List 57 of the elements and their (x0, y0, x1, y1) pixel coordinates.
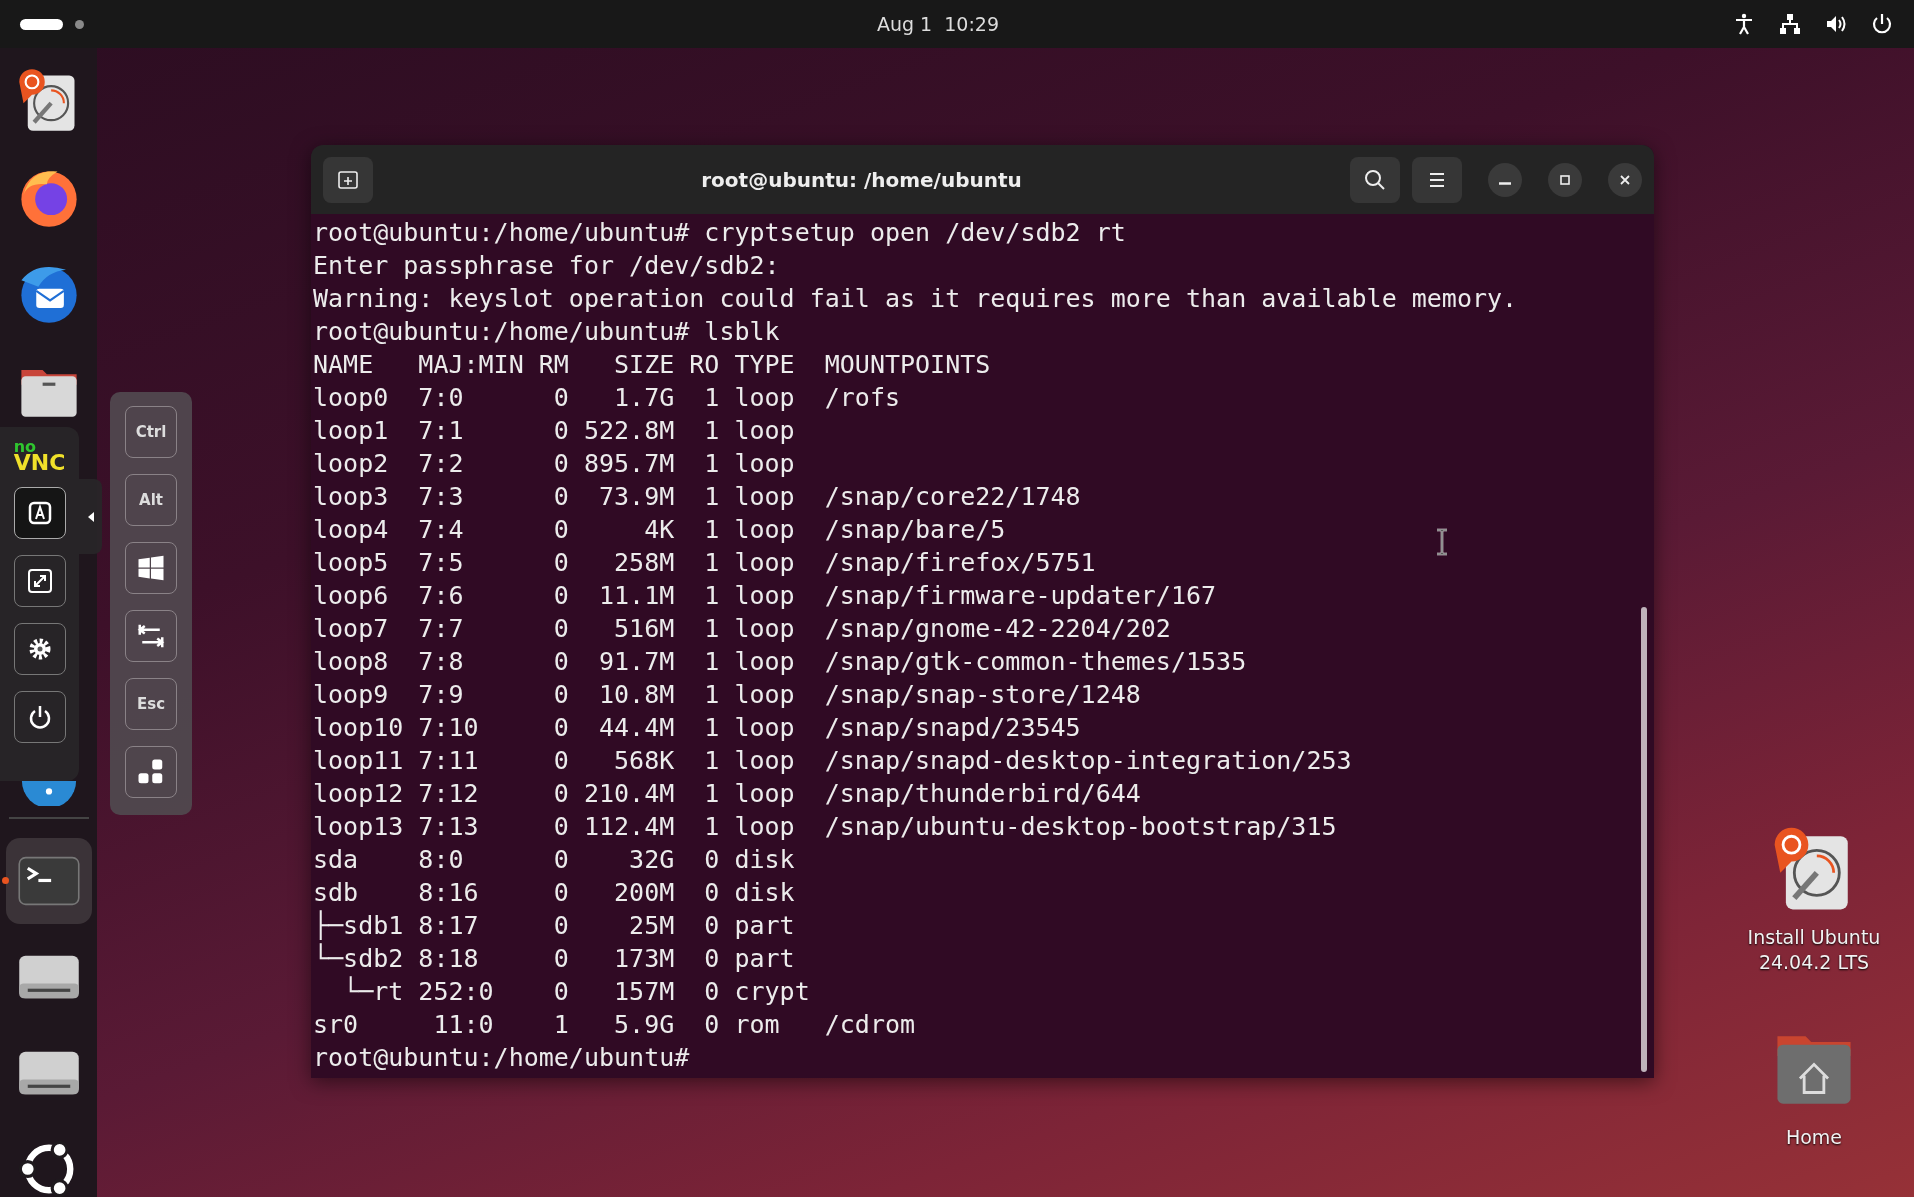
terminal-line: loop11 7:11 0 568K 1 loop /snap/snapd-desktop-integration/253 (313, 745, 1352, 777)
terminal-line: root@ubuntu:/home/ubuntu# (313, 1042, 690, 1074)
menu-button[interactable] (1412, 156, 1462, 203)
key-button[interactable] (125, 542, 177, 594)
network-icon[interactable] (1778, 12, 1802, 36)
new-tab-button[interactable] (323, 156, 373, 203)
minimize-icon (1499, 182, 1511, 185)
terminal-line: └─sdb2 8:18 0 173M 0 part (313, 942, 795, 975)
terminal-line: └─rt 252:0 0 157M 0 crypt (342, 975, 810, 1008)
terminal-line: loop6 7:6 0 11.1M 1 loop /snap/firmware-updater/167 (313, 580, 1217, 612)
terminal-line: loop9 7:9 0 10.8M 1 loop /snap/snap-store/1248 (313, 679, 1141, 711)
terminal-line: loop5 7:5 0 258M 1 loop /snap/firefox/5751 (313, 547, 1096, 579)
windows-icon (136, 553, 166, 583)
power-button[interactable] (13, 691, 66, 744)
terminal-line: loop0 7:0 0 1.7G 1 loop /rofs (313, 382, 900, 414)
terminal-line: loop13 7:13 0 112.4M 1 loop /snap/ubuntu-desktop-bootstrap/315 (313, 811, 1337, 843)
desktop-icon-label[interactable]: Install Ubuntu 24.04.2 LTS (1734, 925, 1894, 975)
terminal-line: loop4 7:4 0 4K 1 loop /snap/bare/5 (313, 514, 1006, 546)
minimize-button[interactable] (1488, 162, 1522, 197)
fullscreen-button[interactable] (13, 555, 66, 608)
terminal-line: loop12 7:12 0 210.4M 1 loop /snap/thunderbird/644 (313, 778, 1141, 810)
terminal-line: sda 8:0 0 32G 0 disk (313, 844, 795, 876)
terminal-line: ├─sdb1 8:17 0 25M 0 part (313, 909, 795, 942)
workspace-indicator[interactable] (20, 18, 63, 30)
panel-handle[interactable] (79, 479, 102, 554)
scrollbar[interactable] (1641, 607, 1647, 1072)
search-icon (1363, 167, 1387, 192)
terminal-line: Enter passphrase for /dev/sdb2: (313, 250, 780, 282)
key-button[interactable] (125, 610, 177, 662)
novnc-logo: no VNC (13, 441, 66, 472)
terminal-line: root@ubuntu:/home/ubuntu# lsblk (313, 316, 780, 348)
key-button[interactable]: Alt (125, 474, 177, 526)
terminal-line: loop1 7:1 0 522.8M 1 loop (313, 415, 795, 447)
search-button[interactable] (1350, 156, 1400, 203)
keyboard-button[interactable] (13, 487, 66, 540)
terminal-line: loop8 7:8 0 91.7M 1 loop /snap/gtk-common-themes/1535 (313, 646, 1247, 678)
terminal-line: sr0 11:0 1 5.9G 0 rom /cdrom (313, 1009, 916, 1041)
maximize-button[interactable] (1548, 162, 1582, 197)
terminal-line: loop3 7:3 0 73.9M 1 loop /snap/core22/1748 (313, 481, 1081, 513)
terminal-line: sdb 8:16 0 200M 0 disk (313, 877, 795, 909)
text-cursor-icon (1435, 528, 1449, 556)
terminal-line: loop10 7:10 0 44.4M 1 loop /snap/snapd/23545 (313, 712, 1081, 744)
window-title: root@ubuntu: /home/ubuntu (700, 167, 1023, 192)
workspace-dot[interactable] (75, 19, 84, 29)
close-button[interactable] (1608, 162, 1642, 197)
power-icon[interactable] (1870, 12, 1894, 36)
terminal-line: loop2 7:2 0 895.7M 1 loop (313, 448, 795, 480)
desktop-icon-label[interactable]: Home (1785, 1125, 1843, 1150)
key-button[interactable]: Esc (125, 678, 177, 730)
key-button[interactable] (125, 746, 177, 798)
clock[interactable]: Aug 1 10:29 (876, 13, 1000, 35)
key-button[interactable]: Ctrl (125, 406, 177, 458)
terminal-line: Warning: keyslot operation could fail as it requires more than available memory. (313, 283, 1518, 315)
terminal-line: NAME MAJ:MIN RM SIZE RO TYPE MOUNTPOINTS (313, 349, 991, 381)
settings-button[interactable] (13, 623, 66, 676)
terminal-line: root@ubuntu:/home/ubuntu# cryptsetup open /dev/sdb2 rt (313, 217, 1126, 249)
terminal-line: loop7 7:7 0 516M 1 loop /snap/gnome-42-2204/202 (313, 613, 1171, 645)
